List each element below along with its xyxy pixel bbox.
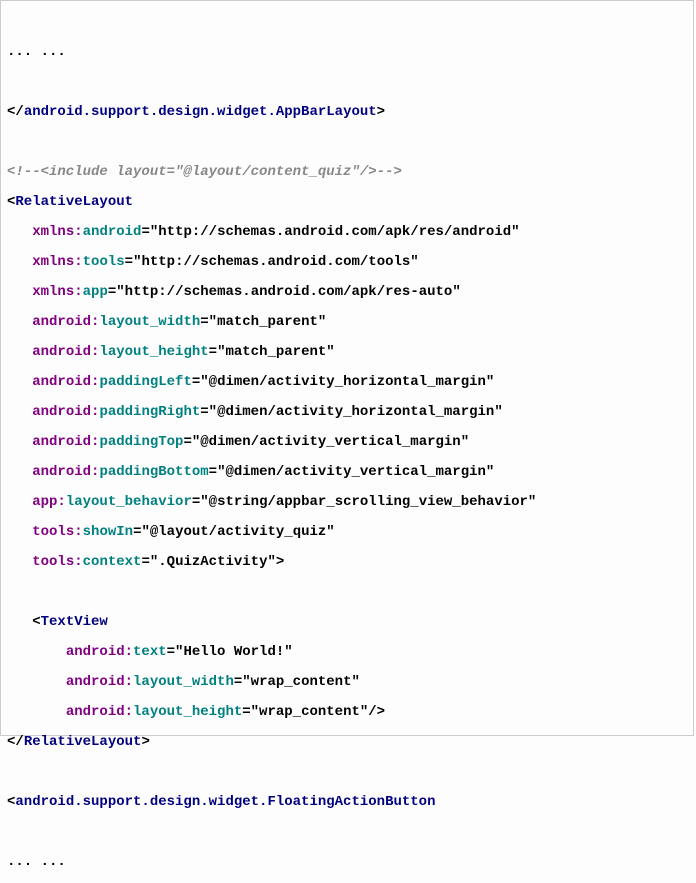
ns: tools: bbox=[32, 524, 82, 540]
comment-include: <!--<include layout="@layout/content_qui… bbox=[7, 164, 402, 180]
ns: android: bbox=[32, 464, 99, 480]
attr: layout_behavior bbox=[66, 494, 192, 510]
val: "@dimen/activity_vertical_margin" bbox=[217, 464, 494, 480]
attr: app bbox=[83, 284, 108, 300]
ns: android: bbox=[32, 404, 99, 420]
close-appbar: android.support.design.widget.AppBarLayo… bbox=[24, 104, 377, 120]
ns: android: bbox=[66, 704, 133, 720]
fab-open: android.support.design.widget.FloatingAc… bbox=[15, 794, 435, 810]
val: "wrap_content" bbox=[251, 704, 369, 720]
ns: xmlns: bbox=[32, 224, 82, 240]
ns: app: bbox=[32, 494, 66, 510]
ns: android: bbox=[32, 344, 99, 360]
attr: paddingBottom bbox=[99, 464, 208, 480]
attr: layout_height bbox=[99, 344, 208, 360]
ns: tools: bbox=[32, 554, 82, 570]
attr: showIn bbox=[83, 524, 133, 540]
val: "@layout/activity_quiz" bbox=[141, 524, 334, 540]
attr: layout_height bbox=[133, 704, 242, 720]
val: "@dimen/activity_horizontal_margin" bbox=[200, 374, 494, 390]
val: "http://schemas.android.com/apk/res-auto… bbox=[116, 284, 460, 300]
val: "Hello World!" bbox=[175, 644, 293, 660]
ns: android: bbox=[66, 674, 133, 690]
ellipsis-bottom: ... ... bbox=[7, 854, 66, 870]
attr: layout_width bbox=[133, 674, 234, 690]
ns: xmlns: bbox=[32, 284, 82, 300]
val: "http://schemas.android.com/tools" bbox=[133, 254, 419, 270]
ns: android: bbox=[66, 644, 133, 660]
val: "http://schemas.android.com/apk/res/andr… bbox=[150, 224, 520, 240]
code-block: ... ... </android.support.design.widget.… bbox=[1, 1, 693, 883]
attr: text bbox=[133, 644, 167, 660]
val: ".QuizActivity" bbox=[150, 554, 276, 570]
val: "match_parent" bbox=[209, 314, 327, 330]
ns: android: bbox=[32, 314, 99, 330]
attr: paddingLeft bbox=[99, 374, 191, 390]
val: "match_parent" bbox=[217, 344, 335, 360]
attr: context bbox=[83, 554, 142, 570]
attr: layout_width bbox=[99, 314, 200, 330]
attr: paddingTop bbox=[99, 434, 183, 450]
val: "@string/appbar_scrolling_view_behavior" bbox=[200, 494, 536, 510]
val: "wrap_content" bbox=[242, 674, 360, 690]
attr: tools bbox=[83, 254, 125, 270]
ellipsis-top: ... ... bbox=[7, 44, 66, 60]
attr: paddingRight bbox=[99, 404, 200, 420]
textview-open: TextView bbox=[41, 614, 108, 630]
val: "@dimen/activity_horizontal_margin" bbox=[209, 404, 503, 420]
relativelayout-open: RelativeLayout bbox=[15, 194, 133, 210]
ns: xmlns: bbox=[32, 254, 82, 270]
attr: android bbox=[83, 224, 142, 240]
ns: android: bbox=[32, 374, 99, 390]
relativelayout-close: RelativeLayout bbox=[24, 734, 142, 750]
val: "@dimen/activity_vertical_margin" bbox=[192, 434, 469, 450]
ns: android: bbox=[32, 434, 99, 450]
